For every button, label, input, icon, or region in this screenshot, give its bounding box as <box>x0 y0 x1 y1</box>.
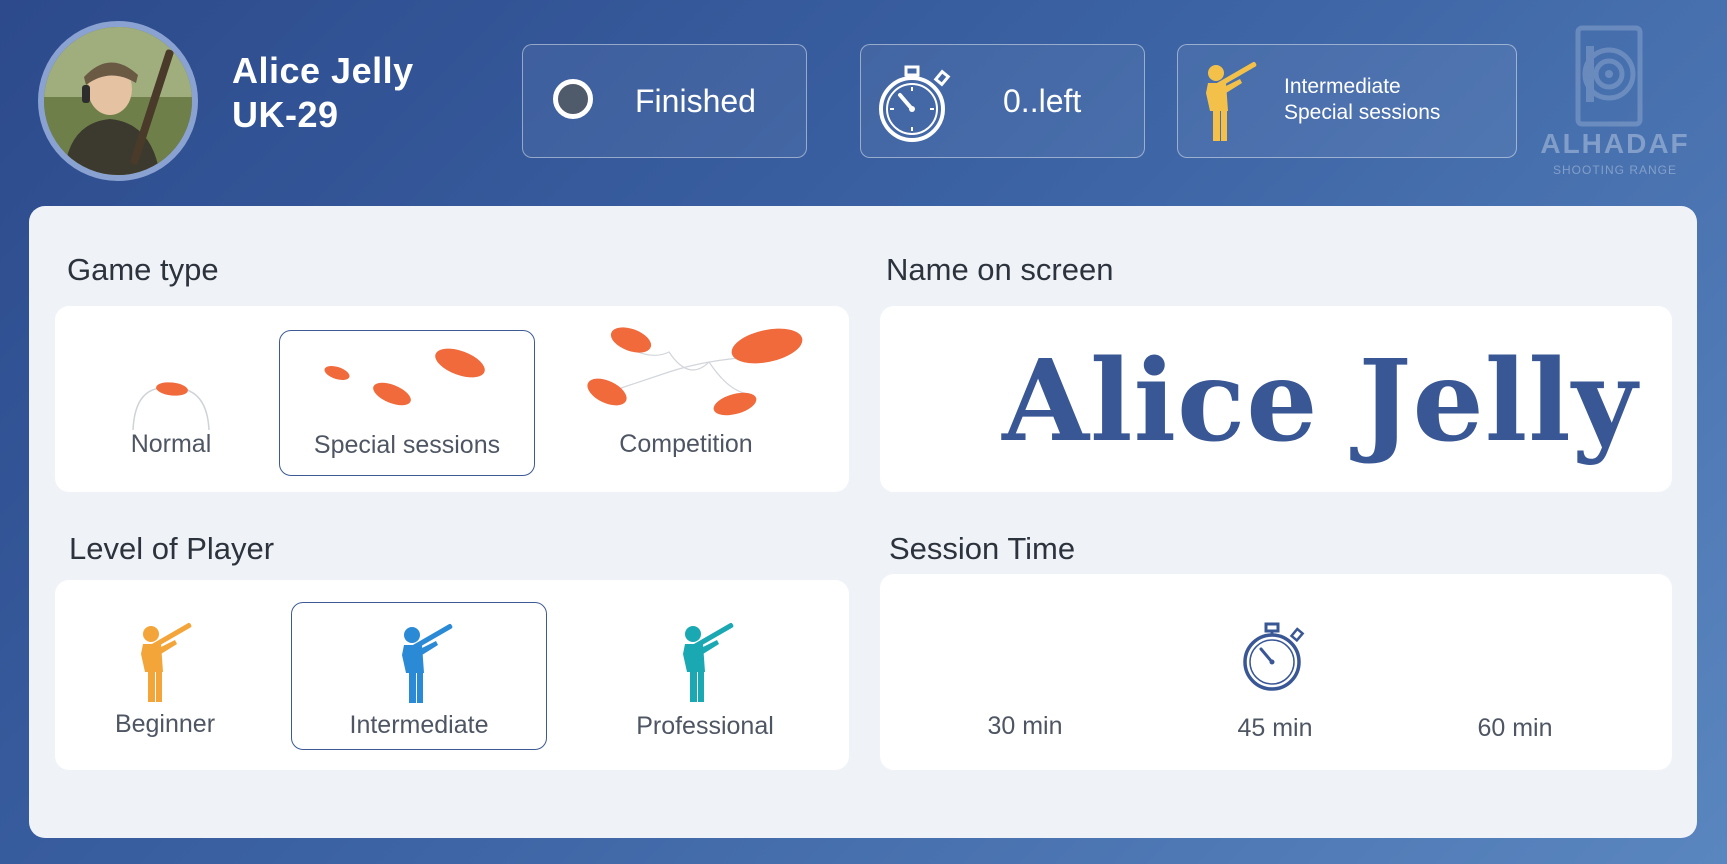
player-level-option-label: Beginner <box>114 710 216 738</box>
session-time-box: 30 min 45 min 60 min <box>880 574 1672 770</box>
session-time-option-label: 30 min <box>987 712 1063 740</box>
single-clay-icon <box>132 382 210 431</box>
game-type-option-special-sessions[interactable]: Special sessions <box>279 330 535 476</box>
brand-logo <box>1575 25 1643 127</box>
game-type-box: Normal Special sessions Competition <box>55 306 849 492</box>
player-level-option-label: Intermediate <box>349 711 489 739</box>
player-level-option-professional[interactable]: Professional <box>605 602 805 750</box>
current-game-type-label: Special sessions <box>1284 101 1441 124</box>
game-type-option-normal[interactable]: Normal <box>93 330 249 476</box>
game-type-option-label: Competition <box>619 430 753 458</box>
multiple-clays-icon <box>324 348 485 406</box>
player-photo <box>44 27 192 175</box>
status-card: Finished <box>522 44 807 158</box>
current-level-card: Intermediate Special sessions <box>1177 44 1517 158</box>
player-id: UK-29 <box>232 94 339 135</box>
brand-name: ALHADAF <box>1540 128 1690 159</box>
status-dot-icon <box>553 79 593 119</box>
stopwatch-icon <box>1243 622 1305 691</box>
time-remaining-label: 0..left <box>1003 83 1082 119</box>
session-time-option-label: 45 min <box>1237 714 1313 742</box>
game-type-option-label: Special sessions <box>313 431 501 459</box>
current-level-label: Intermediate <box>1284 75 1401 98</box>
player-level-option-label: Professional <box>636 712 774 740</box>
session-time-title: Session Time <box>889 531 1076 566</box>
beginner-shooter-icon <box>141 623 192 702</box>
stopwatch-icon <box>879 65 951 142</box>
player-avatar <box>38 21 198 181</box>
competition-clays-icon <box>587 327 803 416</box>
game-type-option-label: Normal <box>130 430 212 458</box>
game-type-option-competition[interactable]: Competition <box>563 327 809 476</box>
shooter-icon <box>1206 62 1257 141</box>
professional-shooter-icon <box>683 623 734 702</box>
status-label: Finished <box>635 83 756 119</box>
player-level-title: Level of Player <box>69 531 275 566</box>
name-on-screen-box: Alice Jelly <box>880 306 1672 492</box>
player-level-option-intermediate[interactable]: Intermediate <box>291 602 547 750</box>
session-time-option-label: 60 min <box>1477 714 1553 742</box>
session-time-option-45[interactable]: 45 min <box>1200 604 1350 754</box>
name-on-screen-title: Name on screen <box>886 252 1114 287</box>
settings-panel: Game type Normal Special sessions Compet… <box>29 206 1697 838</box>
name-on-screen-preview: Alice Jelly <box>1002 336 1638 467</box>
session-time-option-60[interactable]: 60 min <box>1440 604 1590 754</box>
game-type-title: Game type <box>67 252 219 287</box>
session-time-option-30[interactable]: 30 min <box>950 604 1100 754</box>
player-name: Alice Jelly <box>232 50 414 91</box>
intermediate-shooter-icon <box>402 624 453 703</box>
brand-subtitle: SHOOTING RANGE <box>1552 163 1677 177</box>
player-level-option-beginner[interactable]: Beginner <box>85 602 245 750</box>
time-remaining-card: 0..left <box>860 44 1145 158</box>
player-level-box: Beginner Intermediate Professional <box>55 580 849 770</box>
